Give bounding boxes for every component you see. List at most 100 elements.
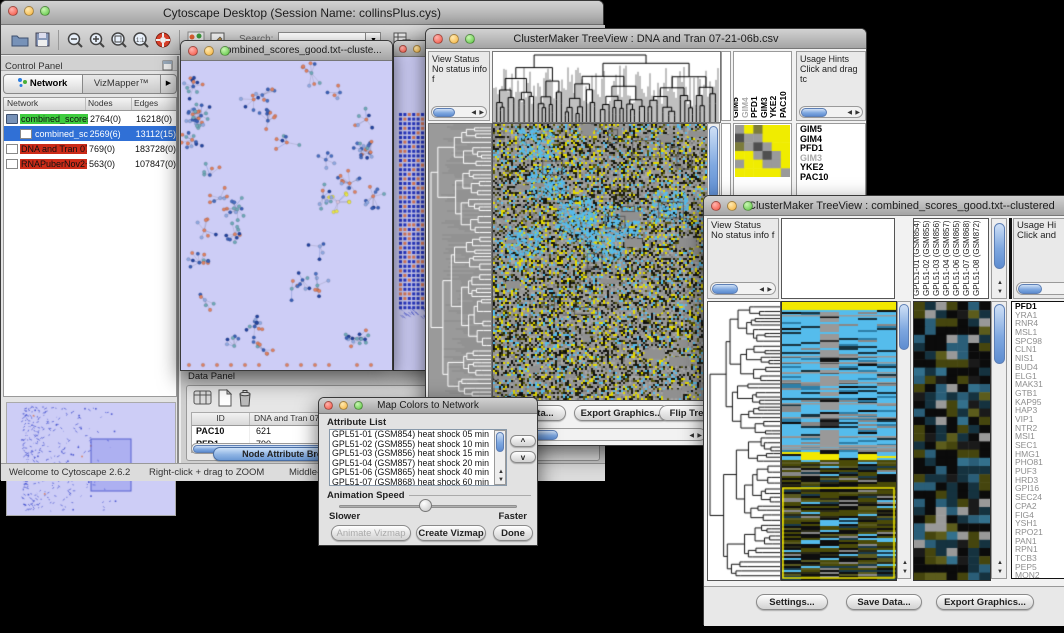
tv2-gene-label[interactable]: HAP3 [1015,406,1064,415]
tv2-gene-label[interactable]: GTB1 [1015,389,1064,398]
minimize-button[interactable] [449,34,459,44]
tv1-gene-label[interactable]: PFD1 [800,144,865,154]
tv2-gene-label[interactable]: PHO81 [1015,458,1064,467]
zoom-in-icon[interactable] [86,29,108,51]
tab-overflow-arrow[interactable]: ▶ [161,74,177,94]
dialog-animate-vizmap-button[interactable]: Animate Vizmap [331,525,411,541]
close-button[interactable] [188,46,198,56]
zoom-selected-icon[interactable] [108,29,130,51]
minimize-button[interactable] [204,46,214,56]
close-button[interactable] [8,6,18,16]
close-button[interactable] [399,45,407,53]
close-button[interactable] [324,401,333,410]
attribute-list-vscrollbar[interactable]: ▲▼ [494,430,506,485]
tv2-gene-label[interactable]: NTR2 [1015,424,1064,433]
tv2-gene-label[interactable]: PUF3 [1015,467,1064,476]
treeview1-titlebar[interactable]: ClusterMaker TreeView : DNA and Tran 07-… [426,29,866,49]
tv2-row-dendrogram[interactable] [707,301,781,581]
save-icon[interactable] [31,29,53,51]
network-row[interactable]: combined_sco2569(6)13112(15) [4,126,176,141]
tv2-gene-label[interactable]: KAP95 [1015,398,1064,407]
minimize-button[interactable] [24,6,34,16]
col-header-network[interactable]: Network [4,98,86,110]
network-row[interactable]: combined_scores_2764(0)16218(0) [4,111,176,126]
tv1-gene-label[interactable]: GIM3 [800,154,865,164]
zoom-button[interactable] [465,34,475,44]
tv1-gene-label[interactable]: GIM5 [800,125,865,135]
tv2-export-graphics-button[interactable]: Export Graphics... [936,594,1034,610]
tv2-zoom-heatmap[interactable] [913,301,991,581]
tv1-export-graphics-button[interactable]: Export Graphics... [574,405,669,421]
tv2-zoom-vscrollbar[interactable]: ▲▼ [991,301,1007,579]
tv1-gene-label[interactable]: YKE2 [800,163,865,173]
tv2-gene-label[interactable]: SEC1 [1015,441,1064,450]
tv2-gene-label[interactable]: VIP1 [1015,415,1064,424]
zoom-button[interactable] [220,46,230,56]
tv2-gene-label[interactable]: SEC24 [1015,493,1064,502]
tv2-gene-label[interactable]: SPC98 [1015,337,1064,346]
tv2-gene-label[interactable]: YRA1 [1015,311,1064,320]
tv2-save-data-button[interactable]: Save Data... [846,594,922,610]
attribute-select-icon[interactable] [193,389,213,412]
help-icon[interactable] [152,29,174,51]
minimize-button[interactable] [727,201,737,211]
tv1-status-hscrollbar[interactable]: ◀▶ [431,106,487,118]
network-row[interactable]: RNAPuberNov2+I563(0)107847(0) [4,156,176,171]
tv2-gene-label[interactable]: YSH1 [1015,519,1064,528]
tv2-gene-label[interactable]: GPI16 [1015,484,1064,493]
new-attribute-icon[interactable] [217,389,233,412]
tv2-gene-label[interactable]: HRD3 [1015,476,1064,485]
tv2-status-hscrollbar[interactable]: ◀▶ [710,282,776,295]
zoom-button[interactable] [354,401,363,410]
tv2-gene-label[interactable]: NIS1 [1015,354,1064,363]
tv2-settings-button[interactable]: Settings... [756,594,828,610]
main-titlebar[interactable]: Cytoscape Desktop (Session Name: collins… [1,1,603,25]
tv2-hints-hscrollbar[interactable] [1016,282,1064,295]
dialog-titlebar[interactable]: Map Colors to Network [319,398,537,414]
tv2-gene-label[interactable]: ELG1 [1015,372,1064,381]
tv2-global-heatmap[interactable] [781,301,897,581]
dialog-done-button[interactable]: Done [493,525,533,541]
zoom-button[interactable] [743,201,753,211]
tv2-gene-label[interactable]: MSI1 [1015,432,1064,441]
tv2-collabel-vscrollbar[interactable]: ▲▼ [991,218,1007,299]
delete-attribute-icon[interactable] [237,389,253,412]
tv2-gene-label[interactable]: CLN1 [1015,345,1064,354]
animation-speed-slider-thumb[interactable] [419,499,432,512]
col-header-edges[interactable]: Edges [132,98,176,110]
tv1-zoom-matrix[interactable] [735,125,790,177]
attribute-list-item[interactable]: GPL51-07 (GSM868) heat shock 60 min [332,478,506,486]
tv1-row-dendrogram[interactable] [428,123,492,401]
tv2-gene-label[interactable]: CPA2 [1015,502,1064,511]
tv2-gene-label[interactable]: MAK31 [1015,380,1064,389]
tv2-gene-label[interactable]: RNR4 [1015,319,1064,328]
network-row[interactable]: DNA and Tran 07769(0)183728(0) [4,141,176,156]
tv1-hints-hscrollbar[interactable]: ◀▶ [799,106,863,118]
tv2-gene-label[interactable]: TCB3 [1015,554,1064,563]
tv2-gene-label[interactable]: PAN1 [1015,537,1064,546]
tv1-gene-label[interactable]: GIM4 [800,135,865,145]
tv2-gene-label[interactable]: BUD4 [1015,363,1064,372]
close-button[interactable] [433,34,443,44]
data-col-id[interactable]: ID [192,413,250,425]
dialog-create-vizmap-button[interactable]: Create Vizmap [416,525,486,541]
zoom-fit-icon[interactable]: 1:1 [130,29,152,51]
tv2-gene-label[interactable]: MSL1 [1015,328,1064,337]
tv1-global-heatmap[interactable] [492,123,708,401]
zoom-button[interactable] [40,6,50,16]
network-birdseye-view[interactable] [6,402,176,516]
col-header-nodes[interactable]: Nodes [86,98,132,110]
tab-vizmapper[interactable]: VizMapper™ [83,74,162,94]
tv1-column-dendrogram[interactable] [492,51,721,123]
tv2-gene-label[interactable]: RPN1 [1015,545,1064,554]
tv2-gene-label[interactable]: HMG1 [1015,450,1064,459]
tv1-gene-label[interactable]: PAC10 [800,173,865,183]
network1-titlebar[interactable]: combined_scores_good.txt--cluste... [181,41,392,61]
treeview2-titlebar[interactable]: ClusterMaker TreeView : combined_scores_… [704,196,1064,216]
close-button[interactable] [711,201,721,211]
tv2-gene-label[interactable]: PEP5 [1015,563,1064,572]
tv2-column-dendrogram-area[interactable] [781,218,895,299]
minimize-button[interactable] [339,401,348,410]
network1-canvas[interactable] [181,61,392,370]
tab-network[interactable]: Network [3,74,83,94]
